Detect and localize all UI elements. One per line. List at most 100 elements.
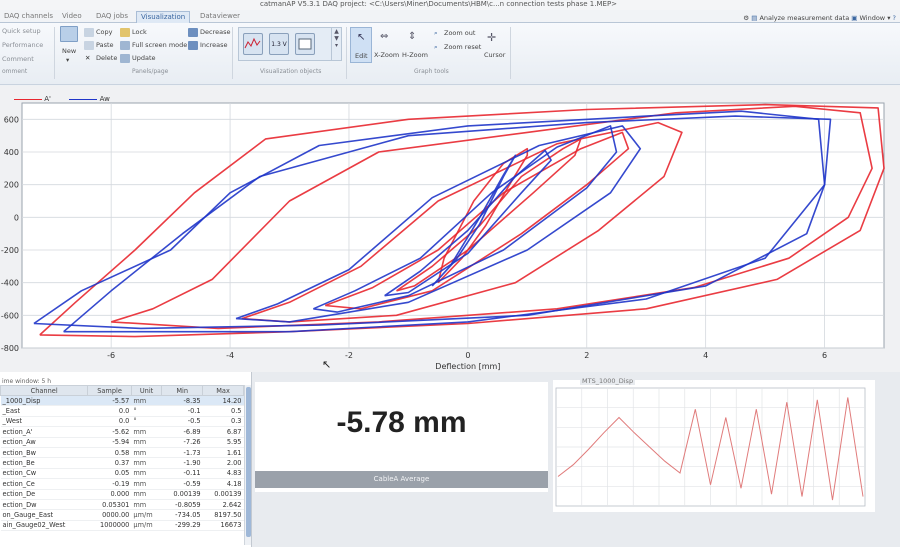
table-row[interactable]: ection_Bw 0.58 mm -1.73 1.61 [0, 447, 244, 459]
table-cell: -0.5 [161, 416, 203, 428]
tab-dataviewer[interactable]: Dataviewer [196, 11, 244, 23]
table-cell: on_Gauge_East [0, 509, 88, 521]
analyze-button[interactable]: Analyze measurement data [759, 14, 849, 22]
xzoom-button[interactable]: ⇔ X-Zoom [374, 27, 399, 63]
ribbon-separator [232, 27, 233, 79]
gear-icon[interactable]: ⚙ [743, 14, 749, 22]
table-cell: ° [131, 416, 162, 428]
window-icon[interactable]: ▣ [851, 14, 857, 22]
x-tick-label: 0 [465, 351, 470, 360]
table-cell: mm [131, 457, 162, 469]
tab-daq-channels[interactable]: DAQ channels [0, 11, 57, 23]
table-row[interactable]: ain_Gauge02_West 1000000 µm/m -299.29 16673 [0, 520, 244, 532]
table-row[interactable]: ection_A' -5.62 mm -6.89 6.87 [0, 426, 244, 438]
gallery-scroll[interactable]: ▲ ▼ ▾ [331, 28, 341, 60]
table-cell: 0.05 [87, 468, 132, 480]
scrollbar-thumb[interactable] [246, 387, 251, 537]
new-page-icon[interactable] [60, 26, 78, 42]
analyze-icon[interactable]: ▤ [751, 14, 757, 22]
table-cell: 0.5 [202, 405, 244, 417]
chart-plot[interactable]: -6 -4 -2 0 2 4 6 600 400 200 0 -200 -400 -600 -800 Defl… [0, 86, 900, 372]
update-button[interactable]: Update [132, 54, 156, 62]
table-row[interactable]: ection_Cw 0.05 mm -0.11 4.83 [0, 468, 244, 480]
y-tick-label: -400 [1, 279, 19, 288]
window-menu[interactable]: Window [859, 14, 885, 22]
cursor-label: Cursor [484, 51, 506, 59]
lock-button[interactable]: Lock [132, 28, 147, 36]
table-row[interactable]: ection_Aw -5.94 mm -7.26 5.95 [0, 437, 244, 448]
table-cell: -0.59 [161, 478, 203, 490]
cursor-button[interactable]: ✛ Cursor [482, 27, 506, 63]
y-tick-label: -200 [1, 246, 19, 255]
table-row[interactable]: _West 0.0 ° -0.5 0.3 [0, 416, 244, 428]
zoom-out-button[interactable]: Zoom out [444, 29, 475, 37]
tab-video[interactable]: Video [58, 11, 86, 23]
table-cell: 14.20 [202, 395, 244, 407]
table-cell: 6.87 [202, 426, 244, 438]
increase-button[interactable]: Increase [200, 41, 228, 49]
bottom-panels: ime window: 5 h Channel Sample Unit Min Max … [0, 372, 900, 547]
y-tick-label: -800 [1, 344, 19, 353]
decrease-button[interactable]: Decrease [200, 28, 230, 36]
table-row[interactable]: on_Gauge_East 0000.00 µm/m -734.05 8197.50 [0, 509, 244, 521]
hzoom-button[interactable]: ⇕ H-Zoom [402, 27, 428, 63]
tab-visualization[interactable]: Visualization [136, 11, 191, 23]
chevron-down-icon[interactable]: ▾ [887, 14, 890, 22]
table-cell: 4.18 [202, 478, 244, 490]
full-screen-button[interactable]: Full screen mode [132, 41, 187, 49]
y-tick-label: 600 [4, 115, 19, 124]
table-row[interactable]: ection_Be 0.37 mm -1.90 2.00 [0, 457, 244, 469]
mini-chart-plot[interactable] [553, 380, 875, 512]
column-header[interactable]: Max [202, 385, 244, 396]
lock-icon [120, 28, 130, 37]
copy-button[interactable]: Copy [96, 28, 113, 36]
table-object-icon[interactable] [295, 33, 315, 55]
pointer-icon: ↖ [357, 32, 366, 43]
table-cell: mm [131, 437, 162, 448]
comment-menu[interactable]: Comment [2, 55, 34, 63]
mini-chart-panel [553, 380, 875, 512]
table-scrollbar[interactable] [244, 385, 251, 545]
table-cell: -0.8059 [161, 499, 203, 511]
x-tick-label: 2 [584, 351, 589, 360]
table-row[interactable]: ection_Dw 0.05301 mm -0.8059 2.642 [0, 499, 244, 511]
table-cell: -5.94 [87, 437, 132, 448]
graph-tools-group-label: Graph tools [414, 68, 449, 75]
table-cell: -7.26 [161, 437, 203, 448]
table-row[interactable]: ection_Ce -0.19 mm -0.59 4.18 [0, 478, 244, 490]
update-icon [120, 54, 130, 63]
performance-menu[interactable]: Performance [2, 41, 43, 49]
x-tick-label: 4 [703, 351, 708, 360]
table-cell: ection_Aw [0, 437, 88, 448]
table-cell: _East [0, 405, 88, 417]
column-header[interactable]: Unit [130, 385, 163, 396]
column-header[interactable]: Channel [0, 385, 89, 396]
table-row[interactable]: ection_De 0.000 mm 0.00139 0.00139 [0, 489, 244, 500]
table-row[interactable]: _1000_Disp -5.57 mm -8.35 14.20 [0, 395, 244, 407]
edit-button[interactable]: ↖ Edit [350, 27, 372, 63]
help-icon[interactable]: ? [893, 14, 896, 22]
right-tools: ⚙ ▤ Analyze measurement data ▣ Window ▾ … [743, 14, 896, 22]
tab-daq-jobs[interactable]: DAQ jobs [92, 11, 132, 23]
new-button[interactable]: New [62, 47, 76, 55]
viz-objects-group-label: Visualization objects [260, 68, 322, 75]
table-cell: 8197.50 [202, 509, 244, 521]
digital-display-object[interactable]: 1.3 V [269, 33, 289, 55]
zoom-reset-button[interactable]: Zoom reset [444, 43, 481, 51]
decrease-icon [188, 28, 198, 37]
delete-icon: ✕ [85, 54, 91, 62]
chevron-down-icon[interactable]: ▾ [66, 56, 69, 64]
viz-objects-gallery: 1.3 V ▲ ▼ ▾ [238, 27, 342, 61]
column-header[interactable]: Min [161, 385, 204, 396]
delete-button[interactable]: Delete [96, 54, 117, 62]
paste-icon [84, 41, 94, 50]
time-window-caption: ime window: 5 h [2, 378, 52, 385]
table-row[interactable]: _East 0.0 ° -0.1 0.5 [0, 405, 244, 417]
table-cell: µm/m [131, 520, 162, 532]
x-axis-label: Deflection [mm] [435, 362, 500, 371]
paste-button[interactable]: Paste [96, 41, 114, 49]
table-cell: -1.90 [161, 457, 203, 469]
quick-setup-menu[interactable]: Quick setup [2, 27, 41, 35]
column-header[interactable]: Sample [87, 385, 132, 396]
graph-object-icon[interactable] [243, 33, 263, 55]
